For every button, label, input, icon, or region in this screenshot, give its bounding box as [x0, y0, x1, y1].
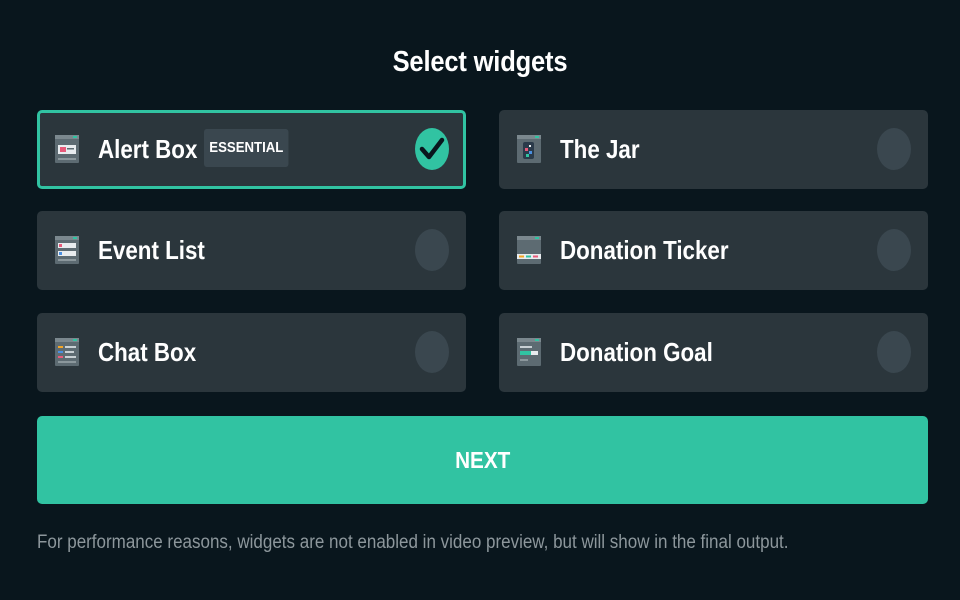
- widget-option-donation-ticker[interactable]: Donation Ticker: [499, 211, 928, 290]
- performance-note: For performance reasons, widgets are not…: [37, 532, 789, 553]
- checkmark-icon: [419, 137, 445, 160]
- widget-option-event-list[interactable]: Event List: [37, 211, 466, 290]
- next-button[interactable]: NEXT: [37, 416, 928, 504]
- widget-grid: Alert Box ESSENTIAL The Jar Event List D…: [37, 110, 928, 393]
- widget-label: The Jar: [560, 134, 640, 164]
- widget-option-chat-box[interactable]: Chat Box: [37, 313, 466, 392]
- next-button-label: NEXT: [454, 447, 511, 473]
- selection-checkbox[interactable]: [415, 128, 449, 170]
- chat-box-widget-icon: [55, 338, 79, 366]
- select-widgets-screen: Select widgets Alert Box ESSENTIAL The J…: [0, 0, 960, 600]
- selection-checkbox[interactable]: [877, 229, 911, 271]
- selection-checkbox[interactable]: [877, 331, 911, 373]
- selection-checkbox[interactable]: [877, 128, 911, 170]
- widget-label: Alert Box: [98, 134, 198, 164]
- widget-option-the-jar[interactable]: The Jar: [499, 110, 928, 189]
- widget-label: Event List: [98, 235, 205, 265]
- selection-checkbox[interactable]: [415, 229, 449, 271]
- widget-option-donation-goal[interactable]: Donation Goal: [499, 313, 928, 392]
- event-list-widget-icon: [55, 236, 79, 264]
- alert-box-widget-icon: [55, 135, 79, 163]
- widget-option-alert-box[interactable]: Alert Box ESSENTIAL: [37, 110, 466, 189]
- widget-label: Donation Ticker: [560, 235, 729, 265]
- the-jar-widget-icon: [517, 135, 541, 163]
- donation-goal-widget-icon: [517, 338, 541, 366]
- essential-badge: ESSENTIAL: [204, 129, 289, 167]
- page-title: Select widgets: [392, 46, 568, 78]
- widget-label: Chat Box: [98, 337, 197, 367]
- widget-label: Donation Goal: [560, 337, 713, 367]
- selection-checkbox[interactable]: [415, 331, 449, 373]
- donation-ticker-widget-icon: [517, 236, 541, 264]
